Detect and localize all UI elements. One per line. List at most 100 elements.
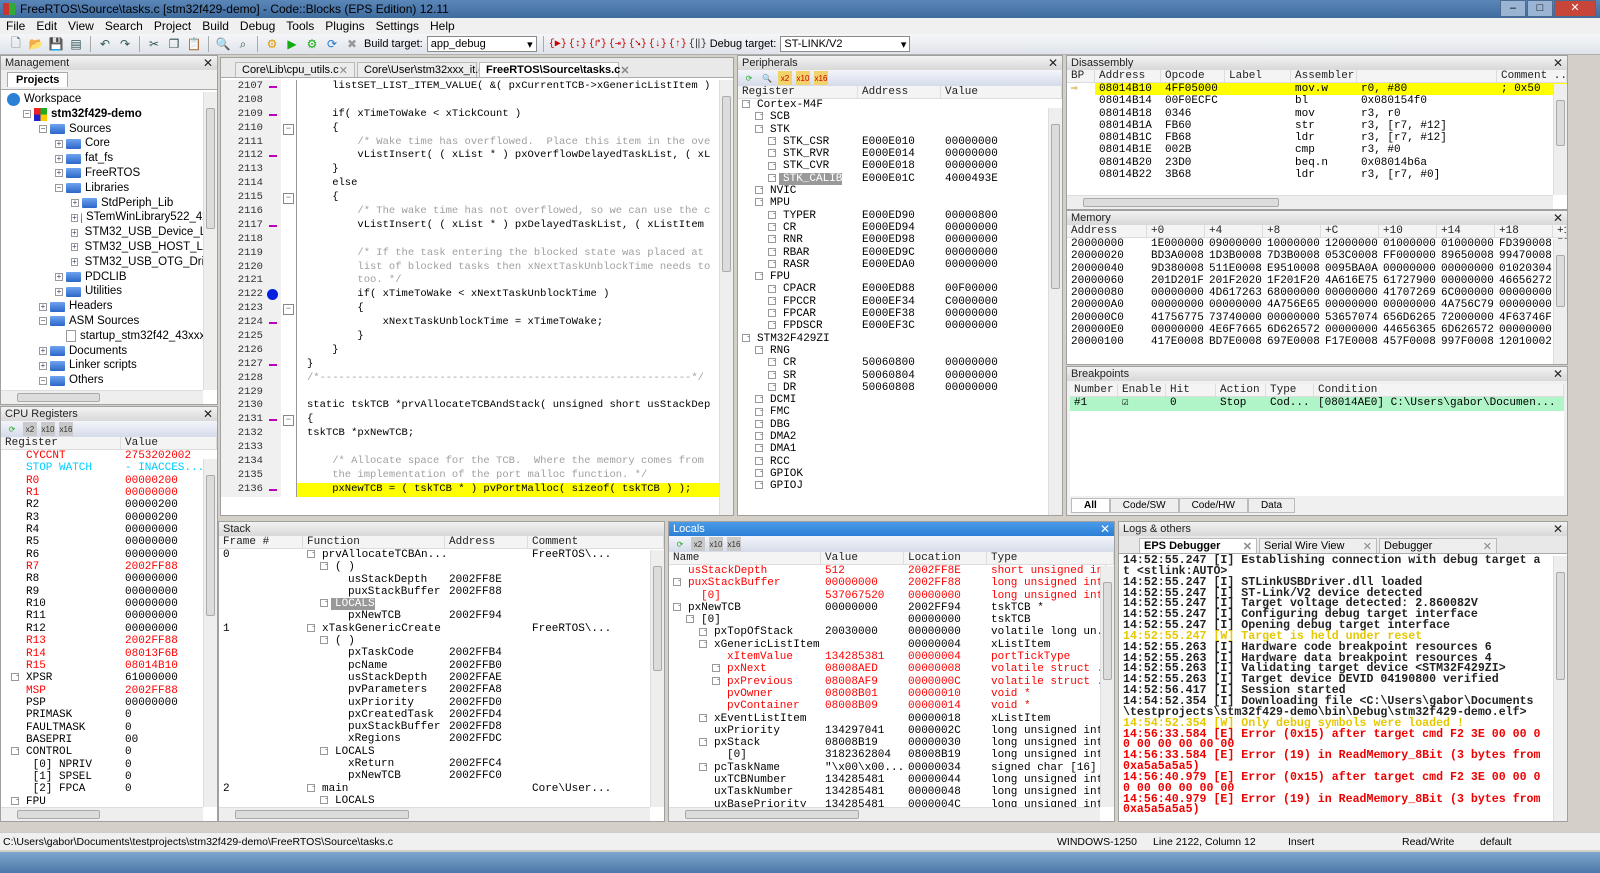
expand-icon[interactable]: + (712, 664, 720, 673)
column-header[interactable]: +14 (1437, 225, 1495, 237)
stack-row[interactable]: pcName 2002FFB0 (219, 660, 664, 672)
column-header[interactable]: +10 (1379, 225, 1437, 237)
register-row[interactable]: R6 00000000 (1, 549, 217, 561)
column-header[interactable]: Address (1067, 225, 1147, 237)
scrollbar[interactable] (719, 80, 733, 515)
peripheral-row[interactable]: +STK_CALIB E000E01C 4000493E (738, 172, 1062, 185)
tree-item[interactable]: + STemWinLibrary522_4x9i (7, 210, 217, 225)
register-row[interactable]: PRIMASK 0 (1, 709, 217, 721)
peripheral-row[interactable]: −STM32F429ZI (738, 333, 1062, 345)
tree-item[interactable]: + PDCLIB (7, 270, 217, 285)
collapse-icon[interactable]: − (755, 198, 763, 207)
binary-format-icon[interactable]: x2 (23, 422, 37, 436)
column-header[interactable]: Name (669, 552, 821, 564)
column-header[interactable]: Register (738, 86, 858, 98)
log-tab[interactable]: Debugger ✕ (1379, 538, 1497, 553)
collapse-icon[interactable]: − (755, 272, 763, 281)
peripheral-row[interactable]: + TYPER E000ED90 00000800 (738, 210, 1062, 222)
register-row[interactable]: STOP WATCH - INACCES... (1, 462, 217, 474)
expand-icon[interactable]: + (71, 213, 78, 222)
disassembly-row[interactable]: 08014B1E 002B cmp r3, #0 (1067, 144, 1567, 156)
collapse-icon[interactable]: − (39, 376, 47, 385)
next-instruction-icon[interactable]: {⇥} (609, 36, 627, 52)
save-icon[interactable]: 💾 (48, 36, 64, 52)
tab-all[interactable]: All (1071, 498, 1110, 513)
close-icon[interactable]: ✕ (1243, 540, 1252, 553)
peripheral-row[interactable]: −Cortex-M4F (738, 99, 1062, 111)
maximize-button[interactable]: □ (1527, 0, 1553, 17)
peripheral-row[interactable]: + DR 50060808 00000000 (738, 382, 1062, 394)
collapse-icon[interactable]: − (673, 578, 681, 587)
register-row[interactable]: R13 2002FF88 (1, 635, 217, 647)
expand-icon[interactable]: + (11, 796, 19, 805)
column-header[interactable]: +8 (1263, 225, 1321, 237)
register-row[interactable]: R11 00000000 (1, 610, 217, 622)
replace-icon[interactable]: ⌕ (235, 36, 251, 52)
paste-icon[interactable]: 📋 (186, 36, 202, 52)
locals-row[interactable]: −pxStack 08008B19 00000030 long unsigned in… (669, 737, 1114, 749)
refresh-icon[interactable]: ⟳ (673, 537, 687, 551)
register-row[interactable]: CYCCNT 2753202002 (1, 450, 217, 462)
column-header[interactable]: Type (1266, 384, 1314, 396)
minimize-button[interactable]: – (1500, 0, 1526, 17)
stack-row[interactable]: −LOCALS (219, 746, 664, 758)
tree-item[interactable]: − stm32f429-demo (7, 107, 217, 122)
expand-icon[interactable]: + (71, 243, 78, 252)
column-header[interactable] (1357, 70, 1497, 82)
collapse-icon[interactable]: − (673, 602, 681, 611)
breakpoint-row[interactable]: #1 ☑ 0 Stop Cod... [08014AE0] C:\Users\gabor\… (1070, 397, 1564, 411)
expand-icon[interactable]: + (55, 139, 63, 148)
close-icon[interactable]: ✕ (1553, 56, 1563, 70)
close-icon[interactable]: ✕ (1363, 540, 1372, 553)
collapse-icon[interactable]: − (320, 599, 328, 608)
redo-icon[interactable]: ↷ (117, 36, 133, 52)
scrollbar[interactable] (1100, 566, 1114, 807)
expand-icon[interactable]: + (699, 762, 707, 771)
stack-row[interactable]: puxStackBuffer 2002FFD8 (219, 721, 664, 733)
collapse-icon[interactable]: − (307, 783, 315, 792)
expand-icon[interactable]: + (768, 284, 776, 293)
tab-data[interactable]: Data (1247, 498, 1296, 513)
close-icon[interactable]: ✕ (1553, 367, 1563, 381)
collapse-icon[interactable]: − (320, 746, 328, 755)
column-header[interactable]: Comment (528, 536, 664, 548)
expand-icon[interactable]: + (768, 161, 776, 170)
collapse-icon[interactable]: − (742, 100, 750, 109)
expand-icon[interactable]: + (755, 395, 763, 404)
peripheral-row[interactable]: + SR 50060804 00000000 (738, 370, 1062, 382)
menu-view[interactable]: View (68, 19, 94, 33)
tree-item[interactable]: + Linker scripts (7, 358, 217, 373)
expand-icon[interactable]: + (699, 627, 707, 636)
expand-icon[interactable]: + (768, 247, 776, 256)
expand-icon[interactable]: + (71, 228, 78, 237)
step-out-icon[interactable]: {↓} (649, 36, 667, 52)
column-header[interactable]: Condition (1314, 384, 1564, 396)
expand-icon[interactable]: + (768, 136, 776, 145)
locals-row[interactable]: usStackDepth 512 2002FF8E short unsigned in… (669, 565, 1114, 577)
scrollbar[interactable] (650, 550, 664, 807)
locals-row[interactable]: −puxStackBuffer 00000000 2002FF88 long unsi… (669, 577, 1114, 589)
locals-row[interactable]: uxPriority 134297041 0000002C long unsigned… (669, 725, 1114, 737)
column-header[interactable]: Type (987, 552, 1114, 564)
decimal-format-icon[interactable]: x10 (796, 71, 810, 85)
column-header[interactable]: Frame # (219, 536, 303, 548)
register-row[interactable]: R2 00000200 (1, 499, 217, 511)
peripheral-row[interactable]: + DCMI (738, 394, 1062, 406)
decimal-format-icon[interactable]: x10 (41, 422, 55, 436)
register-row[interactable]: FAULTMASK 0 (1, 722, 217, 734)
column-header[interactable]: +1C (1553, 225, 1567, 237)
register-row[interactable]: R12 00000000 (1, 623, 217, 635)
register-row[interactable]: +XPSR61000000 (1, 672, 217, 684)
stack-row[interactable]: puxStackBuffer 2002FF88 (219, 586, 664, 598)
expand-icon[interactable]: + (768, 296, 776, 305)
tab-code-sw[interactable]: Code/SW (1109, 498, 1179, 513)
peripheral-row[interactable]: + CR 50060800 00000000 (738, 357, 1062, 369)
column-header[interactable]: +18 (1495, 225, 1553, 237)
locals-row[interactable]: uxTaskNumber 134285481 00000048 long unsign… (669, 786, 1114, 798)
locals-row[interactable]: [0] 3182362804 08008B19 long unsigned int (669, 749, 1114, 761)
expand-icon[interactable]: + (768, 149, 776, 158)
peripheral-row[interactable]: + GPIOJ (738, 480, 1062, 492)
column-header[interactable]: Number (1070, 384, 1118, 396)
tree-item[interactable]: + STM32_USB_Device_Librar (7, 225, 217, 240)
next-line-icon[interactable]: {↱} (589, 36, 607, 52)
